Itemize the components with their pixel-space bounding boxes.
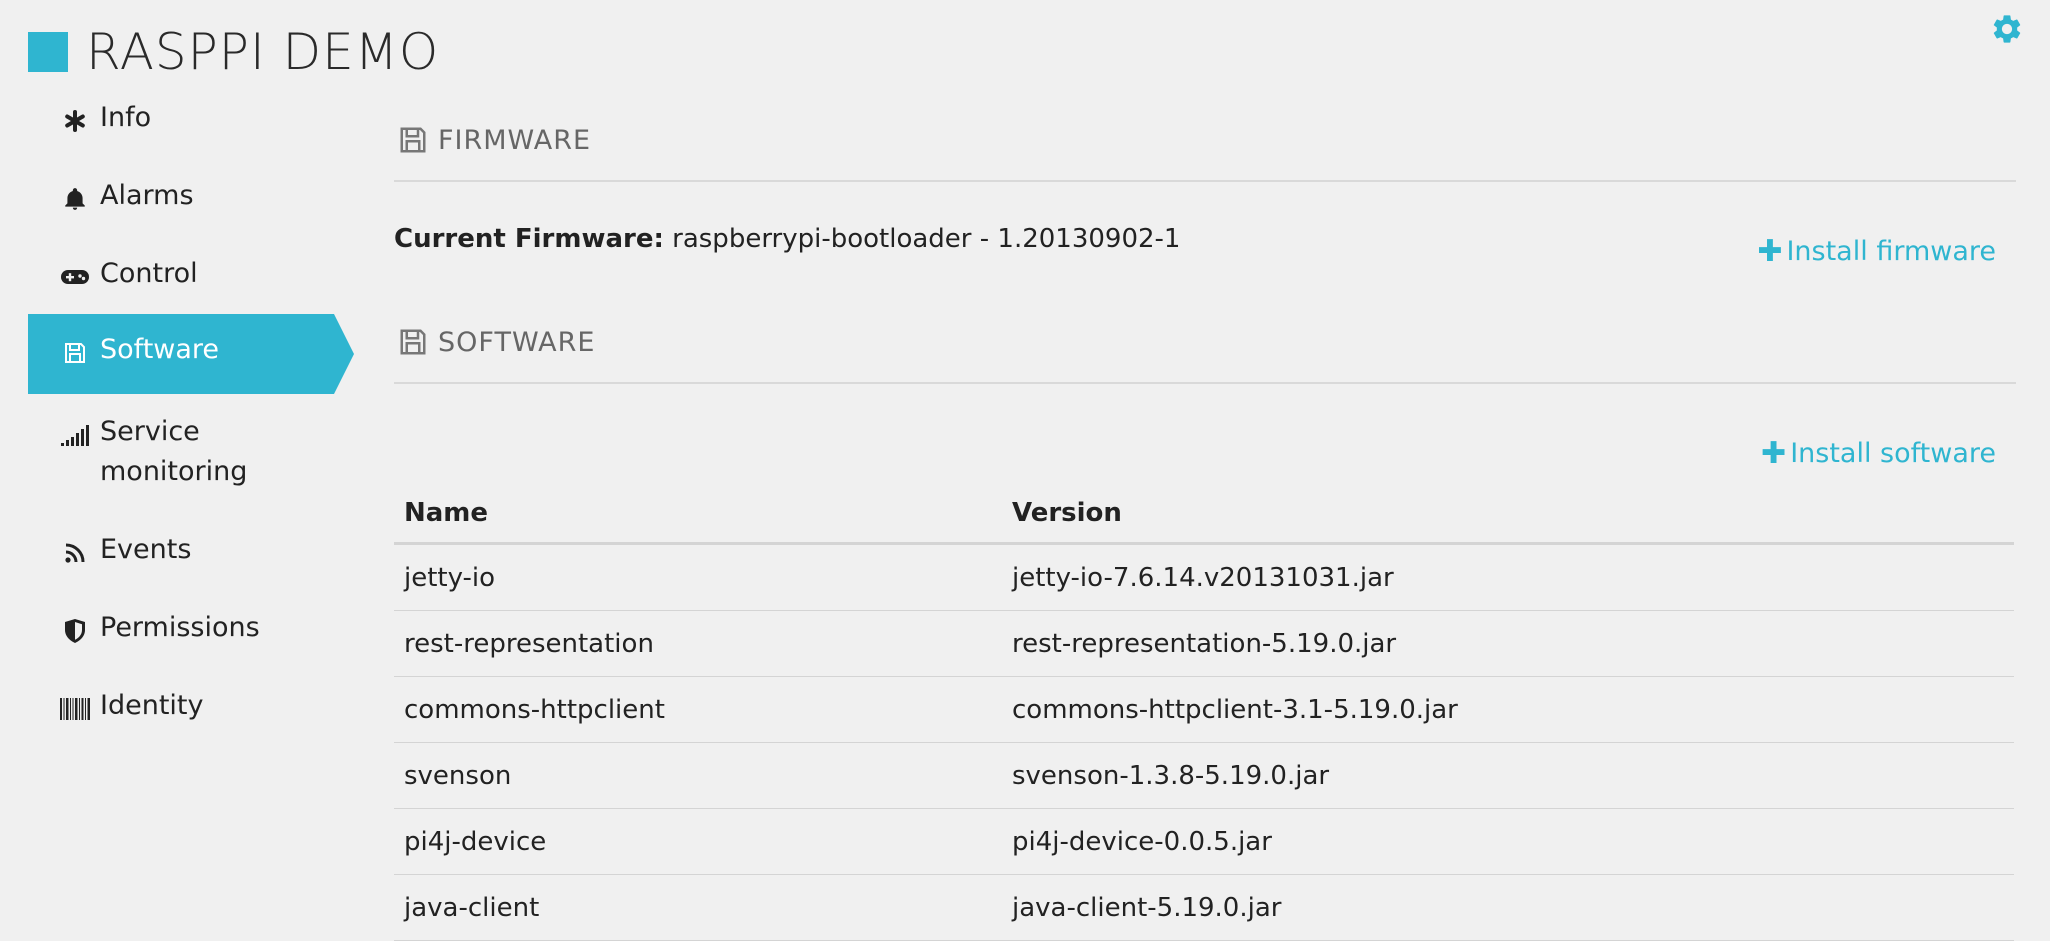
install-firmware-label: Install firmware bbox=[1786, 236, 1996, 267]
software-version: pi4j-device-0.0.5.jar bbox=[1002, 808, 2014, 875]
table-header-row: Name Version bbox=[394, 484, 2014, 545]
firmware-section-title: FIRMWARE bbox=[438, 124, 592, 156]
software-version: jetty-io-7.6.14.v20131031.jar bbox=[1002, 543, 2014, 611]
table-row[interactable]: jetty-io jetty-io-7.6.14.v20131031.jar bbox=[394, 543, 2014, 611]
sidebar-item-label: Events bbox=[100, 534, 192, 565]
bell-icon bbox=[60, 184, 90, 214]
install-firmware-button[interactable]: ✚ Install firmware bbox=[1757, 234, 1996, 269]
current-firmware-label: Current Firmware: bbox=[394, 224, 664, 254]
sidebar-item-identity[interactable]: Identity bbox=[28, 668, 358, 746]
software-name: pi4j-device bbox=[394, 808, 1002, 875]
software-name: rest-representation bbox=[394, 610, 1002, 677]
sidebar-item-info[interactable]: Info bbox=[28, 80, 358, 158]
table-row[interactable]: java-client java-client-5.19.0.jar bbox=[394, 874, 2014, 941]
sidebar-item-label: Service monitoring bbox=[100, 416, 248, 487]
sidebar-item-control[interactable]: Control bbox=[28, 236, 358, 314]
software-section-header: SOFTWARE bbox=[394, 302, 2016, 384]
software-version: svenson-1.3.8-5.19.0.jar bbox=[1002, 742, 2014, 809]
firmware-section-header: FIRMWARE bbox=[394, 100, 2016, 182]
shield-icon bbox=[60, 616, 90, 646]
signal-bars-icon bbox=[60, 420, 90, 450]
plus-icon: ✚ bbox=[1761, 436, 1787, 471]
sidebar-item-label: Alarms bbox=[100, 180, 194, 211]
table-row[interactable]: commons-httpclient commons-httpclient-3.… bbox=[394, 676, 2014, 743]
table-row[interactable]: svenson svenson-1.3.8-5.19.0.jar bbox=[394, 742, 2014, 809]
current-firmware: Current Firmware: raspberrypi-bootloader… bbox=[394, 224, 1180, 254]
floppy-disk-icon bbox=[400, 329, 426, 355]
software-version: java-client-5.19.0.jar bbox=[1002, 874, 2014, 941]
sidebar-item-label: Permissions bbox=[100, 612, 260, 643]
gear-icon bbox=[1993, 15, 2021, 43]
rss-icon bbox=[60, 538, 90, 568]
software-name: commons-httpclient bbox=[394, 676, 1002, 743]
install-software-label: Install software bbox=[1790, 438, 1996, 469]
sidebar-item-label: Identity bbox=[100, 690, 204, 721]
sidebar-item-label: Control bbox=[100, 258, 198, 289]
brand-logo-square bbox=[28, 32, 68, 72]
software-name: jetty-io bbox=[394, 543, 1002, 611]
table-row[interactable]: pi4j-device pi4j-device-0.0.5.jar bbox=[394, 808, 2014, 875]
app-root: RASPPI DEMO Info Alarms Control Software… bbox=[0, 0, 2050, 941]
column-header-version[interactable]: Version bbox=[1002, 484, 2014, 545]
sidebar-item-events[interactable]: Events bbox=[28, 512, 358, 590]
software-name: java-client bbox=[394, 874, 1002, 941]
plus-icon: ✚ bbox=[1757, 234, 1783, 269]
software-name: svenson bbox=[394, 742, 1002, 809]
app-title: RASPPI DEMO bbox=[86, 23, 440, 81]
main-content: FIRMWARE Current Firmware: raspberrypi-b… bbox=[394, 100, 2016, 941]
software-version: rest-representation-5.19.0.jar bbox=[1002, 610, 2014, 677]
gamepad-icon bbox=[60, 262, 90, 292]
sidebar-item-service-monitoring[interactable]: Service monitoring bbox=[28, 394, 358, 512]
sidebar-item-label: Info bbox=[100, 102, 152, 133]
settings-button[interactable] bbox=[1990, 12, 2024, 46]
floppy-disk-icon bbox=[400, 127, 426, 153]
software-section-title: SOFTWARE bbox=[438, 326, 596, 358]
column-header-name[interactable]: Name bbox=[394, 484, 1002, 545]
sidebar-item-permissions[interactable]: Permissions bbox=[28, 590, 358, 668]
firmware-info: Current Firmware: raspberrypi-bootloader… bbox=[394, 182, 2016, 302]
brand: RASPPI DEMO bbox=[28, 22, 439, 82]
sidebar-item-label: Software bbox=[100, 334, 220, 365]
asterisk-icon bbox=[60, 106, 90, 136]
floppy-disk-icon bbox=[60, 338, 90, 368]
software-version: commons-httpclient-3.1-5.19.0.jar bbox=[1002, 676, 2014, 743]
sidebar-item-alarms[interactable]: Alarms bbox=[28, 158, 358, 236]
software-table: Name Version jetty-io jetty-io-7.6.14.v2… bbox=[394, 484, 2014, 941]
software-actions: ✚ Install software bbox=[394, 384, 2016, 484]
table-row[interactable]: rest-representation rest-representation-… bbox=[394, 610, 2014, 677]
install-software-button[interactable]: ✚ Install software bbox=[1761, 436, 1996, 471]
sidebar-item-software[interactable]: Software bbox=[28, 314, 354, 394]
barcode-icon bbox=[60, 694, 90, 724]
current-firmware-value: raspberrypi-bootloader - 1.20130902-1 bbox=[672, 224, 1181, 254]
sidebar: Info Alarms Control Software Service mon bbox=[28, 80, 358, 746]
